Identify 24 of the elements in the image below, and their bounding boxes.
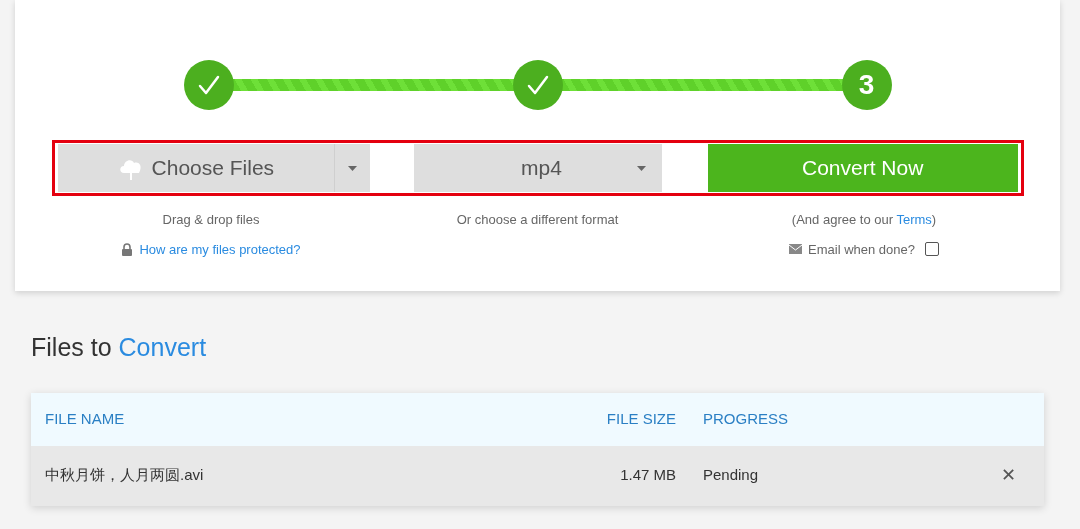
email-label: Email when done? bbox=[808, 240, 915, 259]
current-step: 3 bbox=[841, 60, 892, 110]
format-dropdown[interactable]: mp4 bbox=[414, 144, 662, 192]
email-checkbox[interactable] bbox=[925, 242, 939, 257]
file-size: 1.47 MB bbox=[619, 465, 676, 486]
lock-icon bbox=[121, 242, 134, 256]
progress-status: Pending bbox=[703, 465, 760, 486]
column-header: FILE SIZE bbox=[605, 408, 676, 429]
terms-notice: (And agree to our Terms) bbox=[791, 211, 937, 229]
column-header: FILE NAME bbox=[45, 408, 126, 429]
terms-link[interactable]: Terms bbox=[896, 212, 932, 227]
format-hint: Or choose a different format bbox=[456, 211, 619, 229]
envelope-icon bbox=[789, 244, 802, 255]
checkmark-icon bbox=[196, 74, 221, 96]
remove-button[interactable]: ✕ bbox=[1001, 462, 1016, 489]
column-header: PROGRESS bbox=[703, 408, 789, 429]
file-name: 中秋月饼，人月两圆.avi bbox=[45, 465, 205, 486]
choose-files-button[interactable]: Choose Files bbox=[57, 144, 335, 192]
caret-icon bbox=[348, 165, 358, 171]
checkmark-icon bbox=[525, 74, 550, 96]
files-protected-link[interactable]: How are my files protected? bbox=[139, 239, 301, 259]
section-title: Files to Convert bbox=[31, 332, 208, 363]
drag-drop-hint: Drag & drop files bbox=[162, 211, 260, 229]
caret-icon bbox=[636, 165, 646, 171]
